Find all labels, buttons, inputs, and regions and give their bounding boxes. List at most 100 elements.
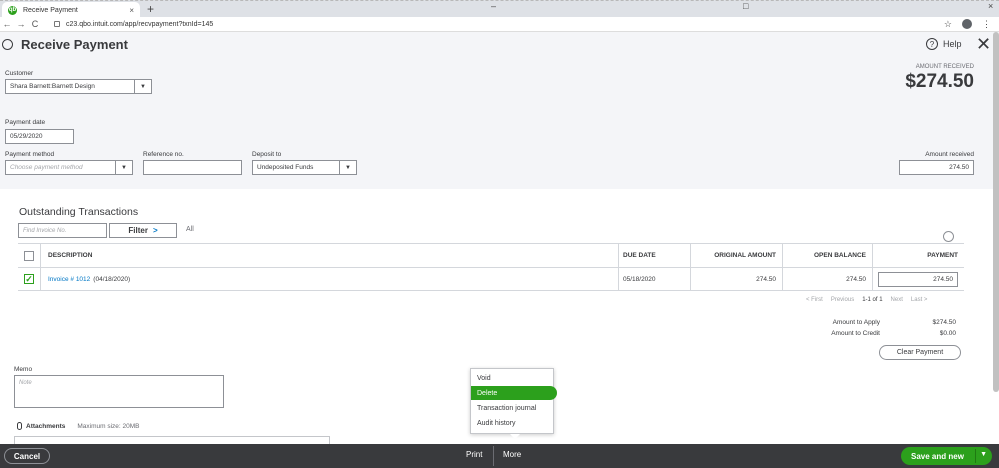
deposit-select[interactable]: Undeposited Funds ▼ (252, 160, 357, 175)
table-row: Invoice # 1012 (04/18/2020) 05/18/2020 2… (18, 268, 964, 291)
amount-received-field-label: Amount received (925, 151, 974, 158)
pager-previous[interactable]: Previous (831, 297, 854, 303)
menu-item-audit-history[interactable]: Audit history (471, 416, 555, 430)
table-header: DESCRIPTION DUE DATE ORIGINAL AMOUNT OPE… (18, 243, 964, 268)
col-description: DESCRIPTION (48, 252, 93, 259)
amount-to-apply-value: $274.50 (932, 319, 957, 326)
filter-label: Filter (128, 226, 148, 235)
tab-close-icon[interactable]: × (129, 6, 134, 15)
row-open-balance: 274.50 (846, 275, 866, 283)
amount-received-value: $274.50 (905, 71, 974, 92)
menu-item-transaction-journal[interactable]: Transaction journal (471, 401, 555, 415)
browser-tab[interactable]: qb Receive Payment × (2, 2, 140, 18)
invoice-date: (04/18/2020) (93, 275, 131, 283)
help-label: Help (943, 39, 962, 49)
memo-field[interactable]: Note (14, 375, 224, 408)
pager: < First Previous 1-1 of 1 Next Last > (806, 297, 927, 303)
deposit-label: Deposit to (252, 151, 282, 158)
all-link[interactable]: All (186, 226, 194, 233)
chevron-down-icon: ▼ (115, 161, 132, 174)
customer-label: Customer (5, 70, 34, 77)
star-icon[interactable]: ☆ (944, 19, 952, 30)
payment-method-label: Payment method (5, 151, 55, 158)
col-payment: PAYMENT (927, 252, 958, 259)
pager-range: 1-1 of 1 (862, 297, 883, 303)
menu-item-void[interactable]: Void (471, 371, 555, 385)
reload-icon[interactable]: C (28, 19, 42, 29)
attachments-label: Attachments (26, 422, 66, 430)
save-and-new-label: Save and new (911, 451, 964, 461)
minimize-icon[interactable]: – (491, 1, 496, 11)
help-button[interactable]: ? Help (926, 38, 962, 50)
footer-bar: Cancel Print More Save and new ▼ (0, 444, 999, 468)
url-text: c23.qbo.intuit.com/app/recvpayment?txnId… (66, 20, 214, 28)
profile-avatar-icon[interactable] (962, 19, 972, 29)
reference-label: Reference no. (143, 151, 184, 158)
col-original-amount: ORIGINAL AMOUNT (714, 252, 776, 259)
payment-method-placeholder: Choose payment method (10, 164, 83, 171)
page-title: Receive Payment (21, 37, 128, 52)
customer-value: Shara Barnett:Barnett Design (10, 83, 95, 90)
more-button[interactable]: More (503, 450, 521, 459)
form-header: Receive Payment ? Help ✕ Customer Shara … (0, 32, 999, 189)
pager-first[interactable]: < First (806, 297, 823, 303)
clear-payment-button[interactable]: Clear Payment (879, 345, 961, 360)
memo-label: Memo (14, 366, 33, 373)
maximize-icon[interactable]: □ (743, 1, 748, 11)
amount-to-apply-label: Amount to Apply (832, 319, 880, 326)
payment-input[interactable]: 274.50 (878, 271, 958, 287)
payment-method-select[interactable]: Choose payment method ▼ (5, 160, 133, 175)
filter-button[interactable]: Filter > (109, 223, 177, 238)
address-bar: ← → C c23.qbo.intuit.com/app/recvpayment… (0, 17, 999, 32)
back-icon[interactable]: ← (0, 19, 14, 29)
invoice-link[interactable]: Invoice # 1012 (48, 276, 90, 283)
browser-tab-bar: qb Receive Payment × + – □ × (0, 0, 999, 18)
payment-date-field[interactable]: 05/29/2020 (5, 129, 74, 144)
find-invoice-input[interactable]: Find Invoice No. (18, 223, 107, 238)
quickbooks-favicon-icon: qb (8, 5, 17, 15)
pager-next[interactable]: Next (891, 297, 903, 303)
menu-pointer (510, 434, 520, 439)
outstanding-title: Outstanding Transactions (19, 206, 139, 218)
menu-item-delete[interactable]: Delete (471, 386, 557, 400)
forward-icon[interactable]: → (14, 19, 28, 29)
lock-icon (54, 21, 60, 27)
amount-received-field[interactable]: 274.50 (899, 160, 974, 175)
scrollbar[interactable] (993, 32, 999, 392)
select-all-checkbox[interactable] (24, 250, 34, 261)
save-and-new-button[interactable]: Save and new ▼ (901, 447, 992, 465)
pager-last[interactable]: Last > (911, 297, 928, 303)
attachments: Attachments Maximum size: 20MB (17, 422, 140, 430)
chevron-right-icon: > (152, 226, 158, 235)
footer-divider (493, 446, 494, 466)
row-checkbox[interactable] (24, 274, 34, 284)
window-close-icon[interactable]: × (988, 1, 993, 11)
customer-select[interactable]: Shara Barnett:Barnett Design ▼ (5, 79, 152, 94)
col-due-date: DUE DATE (623, 252, 656, 259)
gear-icon[interactable] (943, 231, 954, 242)
amount-to-credit-value: $0.00 (939, 330, 956, 337)
amount-to-credit-label: Amount to Credit (831, 330, 880, 337)
chevron-down-icon[interactable]: ▼ (980, 451, 987, 458)
new-tab-icon[interactable]: + (147, 3, 154, 15)
paperclip-icon (17, 422, 22, 430)
close-icon[interactable]: ✕ (976, 34, 991, 55)
cancel-button[interactable]: Cancel (4, 448, 50, 464)
row-due-date: 05/18/2020 (623, 275, 656, 283)
chevron-down-icon: ▼ (339, 161, 356, 174)
url-field[interactable]: c23.qbo.intuit.com/app/recvpayment?txnId… (54, 21, 213, 28)
split-divider (975, 449, 976, 463)
deposit-value: Undeposited Funds (257, 164, 314, 171)
chevron-down-icon: ▼ (134, 80, 151, 93)
row-original-amount: 274.50 (756, 275, 776, 283)
browser-menu-icon[interactable]: ⋮ (982, 19, 991, 30)
reference-field[interactable] (143, 160, 242, 175)
attachments-max-size: Maximum size: 20MB (77, 422, 140, 430)
more-menu: Void Delete Transaction journal Audit hi… (470, 368, 557, 434)
print-button[interactable]: Print (466, 450, 482, 459)
history-icon[interactable] (2, 39, 13, 50)
payment-date-label: Payment date (5, 119, 46, 126)
help-icon: ? (926, 38, 938, 50)
col-open-balance: OPEN BALANCE (813, 252, 866, 259)
browser-tab-title: Receive Payment (23, 6, 78, 14)
